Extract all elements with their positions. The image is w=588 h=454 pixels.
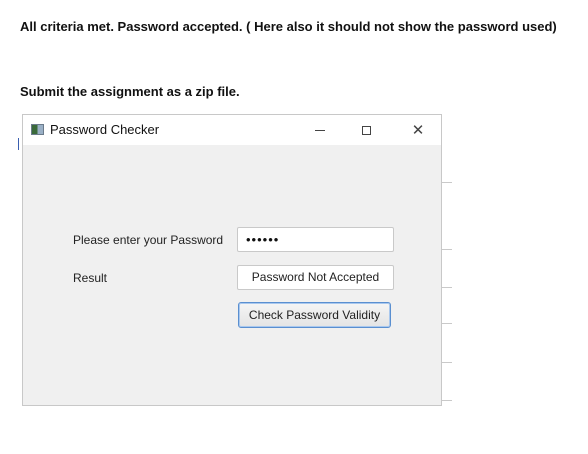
maximize-icon <box>361 125 371 135</box>
background-divider <box>442 400 452 401</box>
instruction-text-2: Submit the assignment as a zip file. <box>20 84 240 99</box>
check-password-button[interactable]: Check Password Validity <box>238 302 391 328</box>
result-label: Result <box>73 271 108 285</box>
close-button[interactable]: ✕ <box>395 115 441 145</box>
close-icon: ✕ <box>411 121 425 139</box>
minimize-icon <box>315 129 325 131</box>
background-divider <box>442 249 452 250</box>
background-divider <box>442 323 452 324</box>
background-divider <box>442 182 452 183</box>
app-icon <box>31 124 44 135</box>
window-title: Password Checker <box>50 122 160 137</box>
password-checker-window: Password Checker ✕ Please enter your Pas… <box>22 114 442 406</box>
background-divider <box>442 362 452 363</box>
instruction-text-1: All criteria met. Password accepted. ( H… <box>20 19 557 34</box>
password-field[interactable]: •••••• <box>237 227 394 252</box>
title-bar[interactable]: Password Checker ✕ <box>23 115 441 146</box>
result-field: Password Not Accepted <box>237 265 394 290</box>
background-marker <box>18 138 19 150</box>
background-divider <box>442 287 452 288</box>
maximize-button[interactable] <box>343 115 389 145</box>
password-label: Please enter your Password <box>73 233 224 247</box>
minimize-button[interactable] <box>297 115 343 145</box>
